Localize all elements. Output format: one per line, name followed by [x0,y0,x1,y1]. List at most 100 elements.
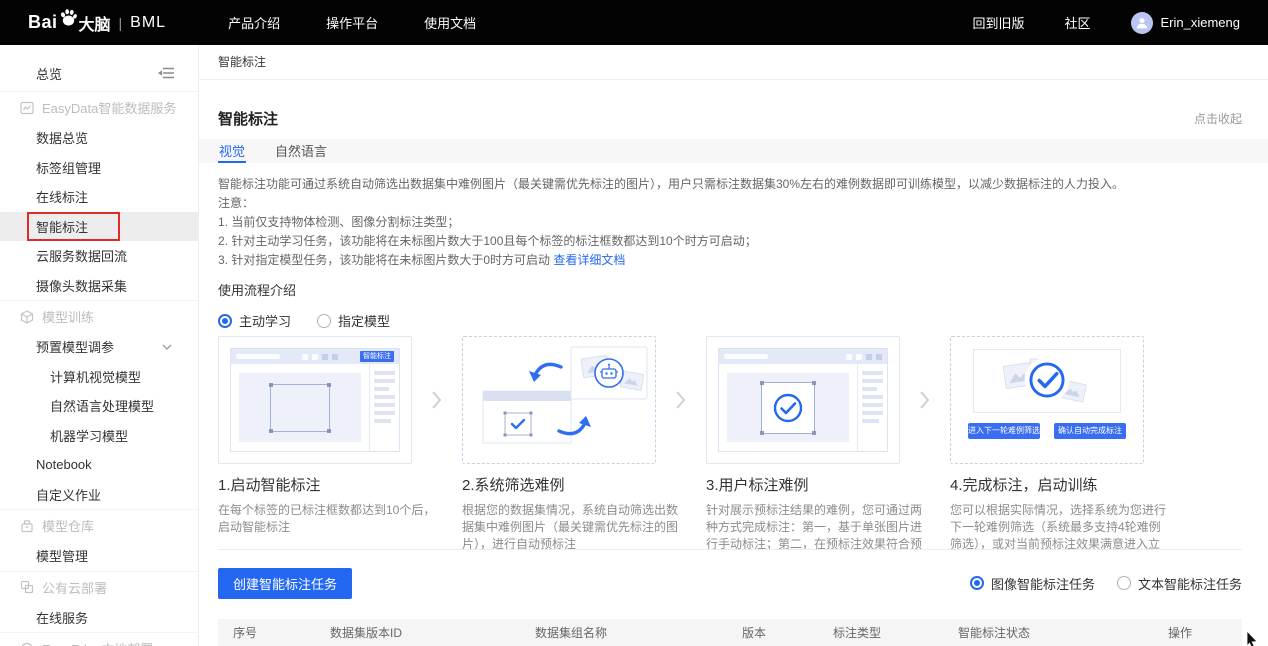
nav-item-docs[interactable]: 使用文档 [424,13,476,32]
radio-unchecked-icon [1117,576,1131,590]
selection-box [270,384,330,432]
radio-specified-model[interactable]: 指定模型 [317,311,390,330]
sidebar-item-smart-annotation[interactable]: 智能标注 [0,212,198,242]
note-title: 注意： [218,194,1242,213]
tab-nlp[interactable]: 自然语言 [274,139,328,163]
sidebar-item-data-overview[interactable]: 数据总览 [0,123,198,153]
task-type-radio-group: 图像智能标注任务 文本智能标注任务 [970,574,1242,593]
finish-illustration-panel [973,349,1121,413]
col-smart-annotation-status: 智能标注状态 [958,624,1168,641]
logo-text-brain: 大脑 [79,11,111,35]
step-2: 2.系统筛选难例 根据您的数据集情况，系统自动筛选出数据集中难例图片（最关键需优… [462,474,680,550]
step-1-title: 1.启动智能标注 [218,474,436,495]
breadcrumb: 智能标注 [199,45,1268,80]
selection-box-check [761,382,815,434]
flow-card-system-filter [462,336,656,464]
sidebar-section-model-training: 模型训练 [0,301,198,332]
sidebar-item-labelgroup-mgmt[interactable]: 标签组管理 [0,153,198,183]
finish-check-illustration [974,352,1120,410]
sidebar-section-easydata: EasyData智能数据服务 [0,92,198,123]
step-1: 1.启动智能标注 在每个标签的已标注框数都达到10个后，启动智能标注 [218,474,436,550]
flow-card-finish-training: 进入下一轮难例筛选 确认自动完成标注 [950,336,1144,464]
radio-checked-icon [218,314,232,328]
sidebar-item-notebook[interactable]: Notebook [0,450,198,480]
mock-browser-window [718,348,888,452]
step-4-title: 4.完成标注，启动训练 [950,474,1168,495]
easydata-service-icon [20,101,34,115]
finish-buttons-row: 进入下一轮难例筛选 确认自动完成标注 [968,423,1126,439]
model-training-icon [20,310,34,324]
nav-right: 回到旧版 社区 Erin_xiemeng [932,12,1240,34]
flow-card-start-annotation: 智能标注 [218,336,412,464]
sidebar-item-ml-model[interactable]: 机器学习模型 [0,421,198,451]
image-canvas [239,373,361,442]
sidebar-item-online-service[interactable]: 在线服务 [0,603,198,633]
easyedge-local-deploy-icon [20,642,34,646]
step-3: 3.用户标注难例 针对展示预标注结果的难例，您可通过两种方式完成标注：第一，基于… [706,474,924,550]
sidebar-item-preset-model-tuning[interactable]: 预置模型调参 [0,332,198,362]
radio-text-task[interactable]: 文本智能标注任务 [1117,574,1242,593]
public-cloud-deploy-icon [20,580,34,594]
sidebar-item-model-mgmt[interactable]: 模型管理 [0,541,198,571]
step-1-desc: 在每个标签的已标注框数都达到10个后，启动智能标注 [218,502,436,536]
note-2: 2. 针对主动学习任务，该功能将在未标图片数大于100且每个标签的标注框数都达到… [218,232,1242,251]
next-round-filter-button: 进入下一轮难例筛选 [968,423,1040,439]
sidebar-item-online-annotation[interactable]: 在线标注 [0,182,198,212]
page-title: 智能标注 [218,108,278,129]
chevron-down-icon [162,344,172,350]
flow-cards-row: 智能标注 [218,336,1242,464]
logo-text-bml: BML [130,14,166,32]
radio-image-task[interactable]: 图像智能标注任务 [970,574,1095,593]
confirm-auto-finish-button: 确认自动完成标注 [1054,423,1126,439]
sidebar: 总览 EasyData智能数据服务 数据总览 标签组管理 在线标注 智能标 [0,45,199,646]
task-table-header: 序号 数据集版本ID 数据集组名称 版本 标注类型 智能标注状态 操作 [218,619,1242,646]
note-3: 3. 针对指定模型任务，该功能将在未标图片数大于0时方可启动 查看详细文档 [218,251,1242,270]
tab-vision[interactable]: 视觉 [218,139,246,163]
sidebar-item-camera-collect[interactable]: 摄像头数据采集 [0,271,198,301]
step-3-desc: 针对展示预标注结果的难例，您可通过两种方式完成标注：第一，基于单张图片进行手动标… [706,502,924,550]
radio-unchecked-icon [317,314,331,328]
sidebar-section-model-repo: 模型仓库 [0,510,198,541]
check-circle-icon [772,392,804,424]
col-version: 版本 [742,624,833,641]
collapse-sidebar-icon[interactable] [158,66,176,80]
smart-annotation-badge: 智能标注 [360,351,394,362]
user-menu[interactable]: Erin_xiemeng [1131,12,1241,34]
step-3-title: 3.用户标注难例 [706,474,924,495]
label-list-panel [857,364,887,451]
step-2-desc: 根据您的数据集情况，系统自动筛选出数据集中难例图片（最关键需优先标注的图片），进… [462,502,680,550]
sidebar-item-nlp-model[interactable]: 自然语言处理模型 [0,391,198,421]
top-navbar: Bai 大脑 | BML 产品介绍 操作平台 使用文档 回到旧版 社区 [0,0,1268,45]
intro-text: 智能标注功能可通过系统自动筛选出数据集中难例图片（最关键需优先标注的图片），用户… [218,175,1242,194]
label-list-panel [369,364,399,451]
app-root: Bai 大脑 | BML 产品介绍 操作平台 使用文档 回到旧版 社区 [0,0,1268,646]
sidebar-group-easydata: EasyData智能数据服务 数据总览 标签组管理 在线标注 智能标注 云服务数… [0,91,198,300]
sidebar-item-cloud-data-return[interactable]: 云服务数据回流 [0,241,198,271]
baidu-bml-logo[interactable]: Bai 大脑 | BML [28,8,166,38]
collapse-panel-link[interactable]: 点击收起 [1194,110,1242,127]
step-4-desc: 您可以根据实际情况，选择系统为您进行下一轮难例筛选（系统最多支持4轮难例筛选），… [950,502,1168,550]
view-docs-link[interactable]: 查看详细文档 [553,253,625,267]
sidebar-item-cv-model[interactable]: 计算机视觉模型 [0,362,198,392]
sidebar-item-custom-job[interactable]: 自定义作业 [0,480,198,510]
sidebar-section-public-cloud: 公有云部署 [0,572,198,603]
community-link[interactable]: 社区 [1064,13,1090,32]
sidebar-section-easyedge: EasyEdge本地部署 [0,633,198,646]
sidebar-item-overview[interactable]: 总览 [36,64,62,83]
radio-active-learning[interactable]: 主动学习 [218,311,291,330]
flow-arrow-icon [900,391,950,409]
nav-menu: 产品介绍 操作平台 使用文档 [228,13,476,32]
nav-item-platform[interactable]: 操作平台 [326,13,378,32]
create-smart-annotation-task-button[interactable]: 创建智能标注任务 [218,568,352,599]
logo-separator: | [119,15,123,31]
logo-text-bai: Bai [28,12,58,33]
mode-radio-group: 主动学习 指定模型 [199,311,1268,330]
step-2-title: 2.系统筛选难例 [462,474,680,495]
user-avatar [1131,12,1153,34]
nav-item-product-intro[interactable]: 产品介绍 [228,13,280,32]
sidebar-group-public-cloud: 公有云部署 在线服务 [0,571,198,633]
back-to-old-link[interactable]: 回到旧版 [972,13,1024,32]
radio-checked-icon [970,576,984,590]
main-content: 智能标注 智能标注 点击收起 视觉 自然语言 智能标注功能可通过系统自动筛选出数… [199,45,1268,646]
mock-browser-window: 智能标注 [230,348,400,452]
